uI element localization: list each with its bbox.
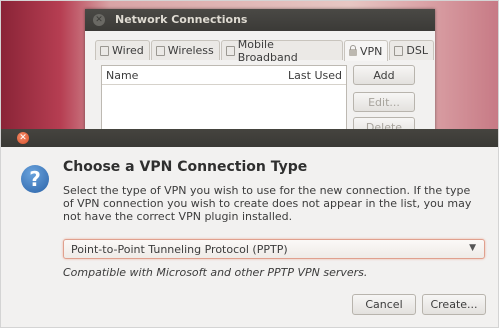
network-wireless-icon	[155, 45, 165, 56]
window-titlebar: ✕ Network Connections	[85, 9, 435, 31]
dialog-heading: Choose a VPN Connection Type	[63, 159, 308, 175]
question-icon: ?	[21, 165, 49, 193]
tab-wired[interactable]: Wired	[95, 40, 150, 60]
tab-label: DSL	[406, 44, 428, 57]
tab-label: VPN	[360, 44, 383, 58]
screenshot-frame: ✕ Network Connections Wired Wireless Mob…	[0, 0, 499, 328]
close-icon[interactable]: ✕	[93, 14, 105, 26]
tab-mobile-broadband[interactable]: Mobile Broadband	[220, 38, 344, 64]
connection-tabs: Wired Wireless Mobile Broadband VPN DSL	[95, 38, 435, 64]
vpn-type-value: Point-to-Point Tunneling Protocol (PPTP)	[71, 243, 288, 256]
add-button[interactable]: Add	[353, 65, 415, 85]
tab-wireless[interactable]: Wireless	[150, 40, 220, 60]
column-last-used[interactable]: Last Used	[288, 69, 342, 82]
list-header: Name Last Used	[102, 66, 346, 85]
edit-button[interactable]: Edit...	[353, 92, 415, 112]
vpn-type-dialog: ✕ ? Choose a VPN Connection Type Select …	[1, 129, 498, 327]
chevron-down-icon: ▼	[469, 243, 476, 253]
dsl-icon	[394, 45, 404, 56]
create-button[interactable]: Create...	[422, 294, 486, 315]
tab-label: Wireless	[167, 44, 214, 57]
vpn-type-note: Compatible with Microsoft and other PPTP…	[63, 266, 368, 279]
tab-dsl[interactable]: DSL	[389, 40, 434, 60]
close-icon[interactable]: ✕	[17, 132, 29, 144]
vpn-type-select[interactable]: Point-to-Point Tunneling Protocol (PPTP)…	[63, 239, 485, 259]
window-title: Network Connections	[115, 13, 248, 26]
dialog-titlebar: ✕	[1, 129, 498, 147]
lock-icon	[349, 45, 358, 56]
column-name[interactable]: Name	[106, 69, 138, 82]
tab-label: Mobile Broadband	[237, 37, 298, 64]
cancel-button[interactable]: Cancel	[352, 294, 416, 315]
tab-label: Wired	[112, 44, 144, 57]
tab-vpn[interactable]: VPN	[344, 40, 389, 61]
network-wired-icon	[100, 45, 109, 56]
mobile-broadband-icon	[225, 45, 235, 56]
dialog-description: Select the type of VPN you wish to use f…	[63, 184, 472, 223]
